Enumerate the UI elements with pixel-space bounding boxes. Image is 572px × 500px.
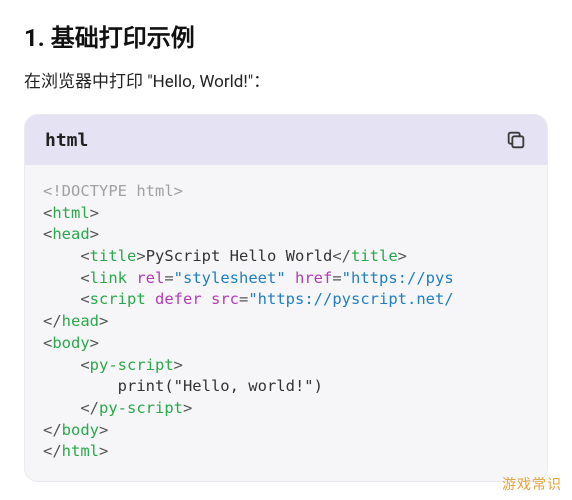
code-token: "https://pyscript.net/ (248, 290, 453, 308)
code-token: > (136, 247, 145, 265)
code-token: head (52, 225, 89, 243)
code-token: </ (43, 421, 62, 439)
code-token: head (62, 312, 99, 330)
code-token: rel (127, 269, 164, 287)
watermark: 游戏常识 (502, 474, 562, 494)
code-token: < (43, 204, 52, 222)
code-token: body (62, 421, 99, 439)
code-token: < (43, 356, 90, 374)
code-token: > (90, 225, 99, 243)
code-token: </ (332, 247, 351, 265)
code-block: html <!DOCTYPE html> <html> <head> <titl… (24, 114, 548, 482)
code-token: title (351, 247, 398, 265)
code-token: href (286, 269, 333, 287)
code-token: html (52, 204, 89, 222)
code-token: </ (43, 312, 62, 330)
copy-icon[interactable] (505, 129, 527, 151)
section-heading: 1. 基础打印示例 (24, 18, 548, 53)
code-token: "https://pys (342, 269, 454, 287)
code-token: print("Hello, world!") (43, 377, 323, 395)
code-token: defer src (146, 290, 239, 308)
code-token: > (90, 204, 99, 222)
code-language-label: html (45, 130, 88, 151)
intro-text: 在浏览器中打印 "Hello, World!"： (24, 67, 548, 92)
code-token: py-script (99, 399, 183, 417)
code-token: html (62, 442, 99, 460)
code-token: < (43, 225, 52, 243)
code-token: link (90, 269, 127, 287)
code-token: "stylesheet" (174, 269, 286, 287)
code-token: = (332, 269, 341, 287)
code-token: < (43, 269, 90, 287)
code-token: > (174, 356, 183, 374)
code-token: title (90, 247, 137, 265)
code-token: <!DOCTYPE html> (43, 182, 183, 200)
code-header: html (25, 115, 547, 165)
code-content: <!DOCTYPE html> <html> <head> <title>PyS… (25, 165, 547, 481)
code-token: < (43, 334, 52, 352)
code-token: script (90, 290, 146, 308)
code-token: < (43, 290, 90, 308)
code-token: py-script (90, 356, 174, 374)
code-token: > (99, 421, 108, 439)
code-token: > (99, 442, 108, 460)
code-token: > (183, 399, 192, 417)
code-token: </ (43, 399, 99, 417)
code-token: </ (43, 442, 62, 460)
code-token: > (398, 247, 407, 265)
code-token: > (99, 312, 108, 330)
code-token: < (43, 247, 90, 265)
code-token: body (52, 334, 89, 352)
code-token: > (90, 334, 99, 352)
code-token: = (164, 269, 173, 287)
code-token: = (239, 290, 248, 308)
code-token: PyScript Hello World (146, 247, 333, 265)
